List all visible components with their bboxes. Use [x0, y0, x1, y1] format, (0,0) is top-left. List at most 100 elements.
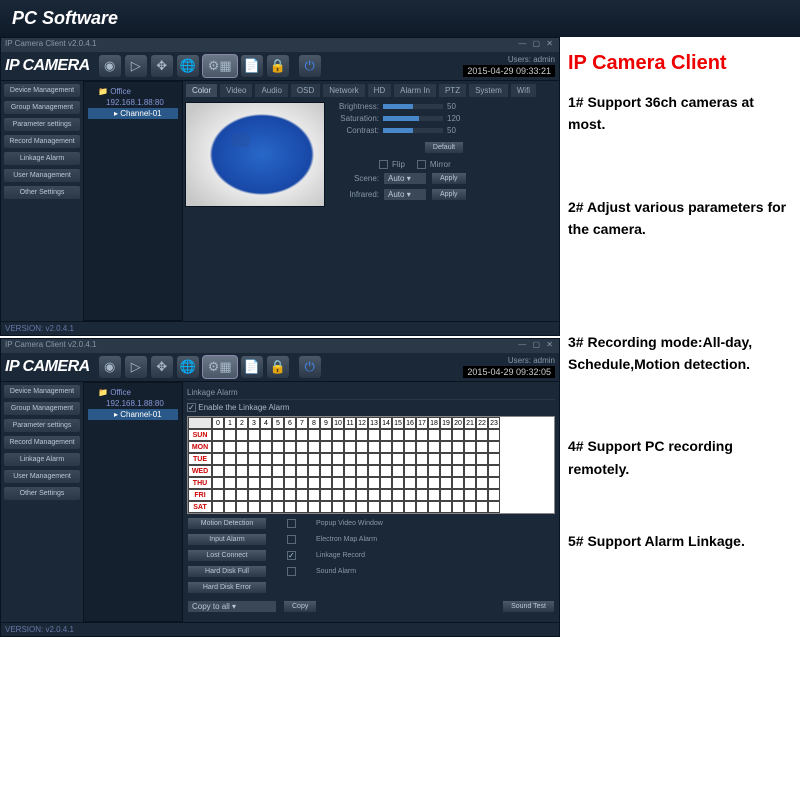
- schedule-cell[interactable]: [476, 465, 488, 477]
- flip-checkbox[interactable]: [379, 160, 388, 169]
- tool-ptz-icon-2[interactable]: ✥: [150, 355, 174, 379]
- schedule-cell[interactable]: [332, 501, 344, 513]
- schedule-cell[interactable]: [260, 477, 272, 489]
- schedule-cell[interactable]: [404, 441, 416, 453]
- tab-video[interactable]: Video: [219, 83, 253, 98]
- schedule-cell[interactable]: [440, 477, 452, 489]
- saturation-slider[interactable]: [383, 116, 443, 121]
- schedule-cell[interactable]: [260, 453, 272, 465]
- schedule-cell[interactable]: [332, 429, 344, 441]
- schedule-grid[interactable]: 01234567891011121314151617181920212223SU…: [187, 416, 555, 514]
- schedule-cell[interactable]: [464, 441, 476, 453]
- schedule-cell[interactable]: [308, 441, 320, 453]
- scene-select[interactable]: Auto ▾: [383, 172, 427, 185]
- tool-ptz-icon[interactable]: ✥: [150, 54, 174, 78]
- tool-log-icon-2[interactable]: 📄: [240, 355, 264, 379]
- schedule-cell[interactable]: [224, 465, 236, 477]
- schedule-cell[interactable]: [272, 453, 284, 465]
- brightness-slider[interactable]: [383, 104, 443, 109]
- schedule-cell[interactable]: [224, 453, 236, 465]
- schedule-cell[interactable]: [236, 501, 248, 513]
- sidebar-user-mgmt[interactable]: User Management: [3, 168, 81, 183]
- schedule-cell[interactable]: [308, 429, 320, 441]
- schedule-cell[interactable]: [440, 453, 452, 465]
- schedule-cell[interactable]: [296, 429, 308, 441]
- schedule-cell[interactable]: [428, 441, 440, 453]
- schedule-cell[interactable]: [320, 465, 332, 477]
- schedule-cell[interactable]: [380, 501, 392, 513]
- schedule-cell[interactable]: [320, 501, 332, 513]
- schedule-cell[interactable]: [440, 465, 452, 477]
- schedule-cell[interactable]: [368, 477, 380, 489]
- schedule-cell[interactable]: [272, 477, 284, 489]
- schedule-cell[interactable]: [212, 465, 224, 477]
- schedule-cell[interactable]: [416, 429, 428, 441]
- schedule-cell[interactable]: [332, 441, 344, 453]
- alarm-option-checkbox[interactable]: [287, 551, 296, 560]
- schedule-cell[interactable]: [368, 489, 380, 501]
- schedule-cell[interactable]: [368, 501, 380, 513]
- schedule-cell[interactable]: [212, 441, 224, 453]
- schedule-cell[interactable]: [320, 441, 332, 453]
- schedule-cell[interactable]: [236, 453, 248, 465]
- schedule-cell[interactable]: [416, 453, 428, 465]
- schedule-cell[interactable]: [356, 429, 368, 441]
- schedule-cell[interactable]: [224, 489, 236, 501]
- schedule-cell[interactable]: [368, 441, 380, 453]
- tab-system[interactable]: System: [468, 83, 509, 98]
- schedule-cell[interactable]: [236, 489, 248, 501]
- tool-preview-icon-2[interactable]: ◉: [98, 355, 122, 379]
- tool-lock-icon-2[interactable]: 🔒: [266, 355, 290, 379]
- copy-button[interactable]: Copy: [283, 600, 317, 613]
- schedule-cell[interactable]: [248, 501, 260, 513]
- schedule-cell[interactable]: [224, 501, 236, 513]
- schedule-cell[interactable]: [464, 489, 476, 501]
- schedule-cell[interactable]: [236, 429, 248, 441]
- sidebar-param-settings[interactable]: Parameter settings: [3, 117, 81, 132]
- schedule-cell[interactable]: [284, 453, 296, 465]
- schedule-cell[interactable]: [380, 477, 392, 489]
- schedule-cell[interactable]: [488, 501, 500, 513]
- schedule-cell[interactable]: [260, 441, 272, 453]
- schedule-cell[interactable]: [344, 453, 356, 465]
- schedule-cell[interactable]: [344, 465, 356, 477]
- tab-hd[interactable]: HD: [367, 83, 393, 98]
- schedule-cell[interactable]: [392, 441, 404, 453]
- schedule-cell[interactable]: [464, 477, 476, 489]
- schedule-cell[interactable]: [284, 429, 296, 441]
- window-controls[interactable]: — ▢ ✕: [518, 39, 555, 51]
- schedule-cell[interactable]: [296, 453, 308, 465]
- schedule-cell[interactable]: [428, 501, 440, 513]
- schedule-cell[interactable]: [344, 441, 356, 453]
- schedule-cell[interactable]: [380, 453, 392, 465]
- schedule-cell[interactable]: [392, 465, 404, 477]
- schedule-cell[interactable]: [356, 453, 368, 465]
- schedule-cell[interactable]: [404, 477, 416, 489]
- schedule-cell[interactable]: [476, 453, 488, 465]
- schedule-cell[interactable]: [404, 489, 416, 501]
- mirror-checkbox[interactable]: [417, 160, 426, 169]
- schedule-cell[interactable]: [416, 501, 428, 513]
- tree2-channel[interactable]: ▸ Channel-01: [88, 409, 178, 420]
- alarm-option-checkbox[interactable]: [287, 519, 296, 528]
- schedule-cell[interactable]: [212, 429, 224, 441]
- schedule-cell[interactable]: [428, 453, 440, 465]
- schedule-cell[interactable]: [224, 429, 236, 441]
- schedule-cell[interactable]: [464, 501, 476, 513]
- tab-color[interactable]: Color: [185, 83, 218, 98]
- schedule-cell[interactable]: [296, 441, 308, 453]
- tool-globe-icon-2[interactable]: 🌐: [176, 355, 200, 379]
- sidebar2-user-mgmt[interactable]: User Management: [3, 469, 81, 484]
- schedule-cell[interactable]: [308, 501, 320, 513]
- sidebar2-group-mgmt[interactable]: Group Management: [3, 401, 81, 416]
- schedule-cell[interactable]: [236, 477, 248, 489]
- schedule-cell[interactable]: [356, 441, 368, 453]
- schedule-cell[interactable]: [236, 441, 248, 453]
- schedule-cell[interactable]: [356, 465, 368, 477]
- schedule-cell[interactable]: [476, 501, 488, 513]
- schedule-cell[interactable]: [392, 477, 404, 489]
- schedule-cell[interactable]: [476, 489, 488, 501]
- schedule-cell[interactable]: [356, 477, 368, 489]
- schedule-cell[interactable]: [488, 429, 500, 441]
- schedule-cell[interactable]: [452, 477, 464, 489]
